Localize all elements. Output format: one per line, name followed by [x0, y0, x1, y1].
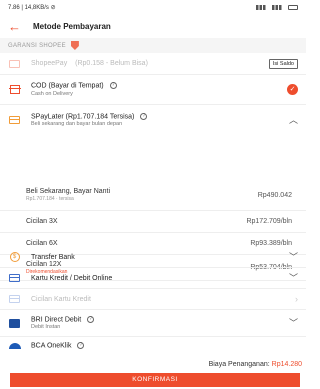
- method-card-installment: Cicilan Kartu Kredit ›: [0, 289, 306, 310]
- method-title: Cicilan Kartu Kredit: [31, 295, 91, 303]
- method-shopeepay-sub: (Rp0.158 - Belum Bisa): [75, 60, 148, 67]
- installment-price: Rp490.042: [257, 191, 292, 199]
- installment-price: Rp93.389/bln: [250, 240, 292, 247]
- method-title: BCA OneKlik: [31, 342, 72, 350]
- gift-box-icon: [8, 85, 21, 94]
- info-icon[interactable]: ?: [140, 112, 148, 120]
- credit-card-icon: [9, 295, 20, 303]
- payment-method-list-more: $ Transfer Bank ﹀ Kartu Kredit / Debit O…: [0, 247, 306, 355]
- chevron-right-icon: ›: [295, 293, 298, 304]
- signal-icon-2: [272, 4, 284, 10]
- installment-price: Rp172.709/bln: [246, 218, 292, 225]
- method-transfer-bank[interactable]: $ Transfer Bank ﹀: [0, 247, 306, 268]
- chevron-down-icon[interactable]: ﹀: [289, 273, 298, 283]
- method-spaylater-title: SPayLater (Rp1.707.184 Tersisa): [31, 113, 135, 121]
- guarantee-banner: GARANSI SHOPEE: [0, 38, 306, 53]
- method-shopeepay: ShopeePay (Rp0.158 - Belum Bisa) Isi Sal…: [0, 53, 306, 75]
- installment-label: Cicilan 6X: [26, 240, 58, 247]
- payment-method-list: ShopeePay (Rp0.158 - Belum Bisa) Isi Sal…: [0, 53, 306, 135]
- credit-card-icon: [9, 274, 20, 282]
- info-icon[interactable]: ?: [77, 342, 85, 350]
- bri-logo-icon: [9, 318, 20, 328]
- method-title: Transfer Bank: [31, 253, 75, 261]
- method-cod-sub: Cash on Delivery: [31, 90, 73, 97]
- bca-logo-icon: [8, 343, 21, 349]
- installment-label: Beli Sekarang, Bayar Nanti: [26, 188, 111, 195]
- status-icons: [256, 4, 298, 10]
- top-up-button[interactable]: Isi Saldo: [268, 58, 298, 69]
- guarantee-label: GARANSI SHOPEE: [8, 42, 66, 49]
- chevron-down-icon[interactable]: ﹀: [289, 252, 298, 262]
- app-header: ← Metode Pembayaran: [0, 14, 306, 38]
- installment-sub: Rp1.707.184 · tersisa: [26, 196, 74, 202]
- method-bca-oneklik[interactable]: BCA OneKlik ?: [0, 337, 306, 355]
- method-credit-card[interactable]: Kartu Kredit / Debit Online ﹀: [0, 268, 306, 289]
- shield-icon: [70, 41, 79, 50]
- method-cod-title: COD (Bayar di Tempat): [31, 82, 104, 90]
- paylater-card-icon: [9, 116, 20, 124]
- installment-label: Cicilan 3X: [26, 218, 58, 225]
- method-shopeepay-title: ShopeePay: [31, 60, 68, 67]
- handling-fee-value: Rp14.280: [271, 361, 302, 368]
- checkout-footer: Biaya Penanganan: Rp14.280 KONFIRMASI: [0, 361, 306, 389]
- status-time: 7.86 | 14,8KB/s ⊘: [8, 4, 56, 11]
- page-title: Metode Pembayaran: [33, 21, 111, 31]
- method-title: BRI Direct Debit: [31, 316, 82, 324]
- chevron-down-icon[interactable]: ﹀: [289, 318, 298, 328]
- installment-option[interactable]: Cicilan 3X Rp172.709/bln: [0, 211, 306, 233]
- signal-icon: [256, 4, 268, 10]
- method-sub: Debit Instan: [31, 324, 61, 331]
- confirm-button[interactable]: KONFIRMASI: [10, 373, 300, 387]
- battery-icon: [288, 4, 298, 10]
- info-icon[interactable]: ?: [87, 315, 95, 323]
- info-icon[interactable]: ?: [109, 82, 117, 90]
- chevron-up-icon[interactable]: ︿: [289, 115, 298, 125]
- handling-fee: Biaya Penanganan: Rp14.280: [209, 361, 302, 368]
- installment-option[interactable]: Beli Sekarang, Bayar Nanti Rp1.707.184 ·…: [0, 180, 306, 211]
- handling-fee-label: Biaya Penanganan:: [208, 361, 270, 368]
- method-bri-direct-debit[interactable]: BRI Direct Debit ? Debit Instan ﹀: [0, 310, 306, 337]
- selected-check-icon: ✓: [287, 84, 298, 95]
- method-cod[interactable]: COD (Bayar di Tempat) ? Cash on Delivery…: [0, 75, 306, 105]
- bank-transfer-icon: $: [9, 252, 20, 262]
- back-arrow-icon[interactable]: ←: [8, 20, 21, 33]
- method-title: Kartu Kredit / Debit Online: [31, 274, 113, 282]
- wallet-icon: [9, 59, 20, 68]
- method-spaylater-sub: Beli sekarang dan bayar bulan depan: [31, 121, 123, 128]
- status-bar: 7.86 | 14,8KB/s ⊘: [0, 0, 306, 14]
- method-spaylater[interactable]: SPayLater (Rp1.707.184 Tersisa) ? Beli s…: [0, 105, 306, 135]
